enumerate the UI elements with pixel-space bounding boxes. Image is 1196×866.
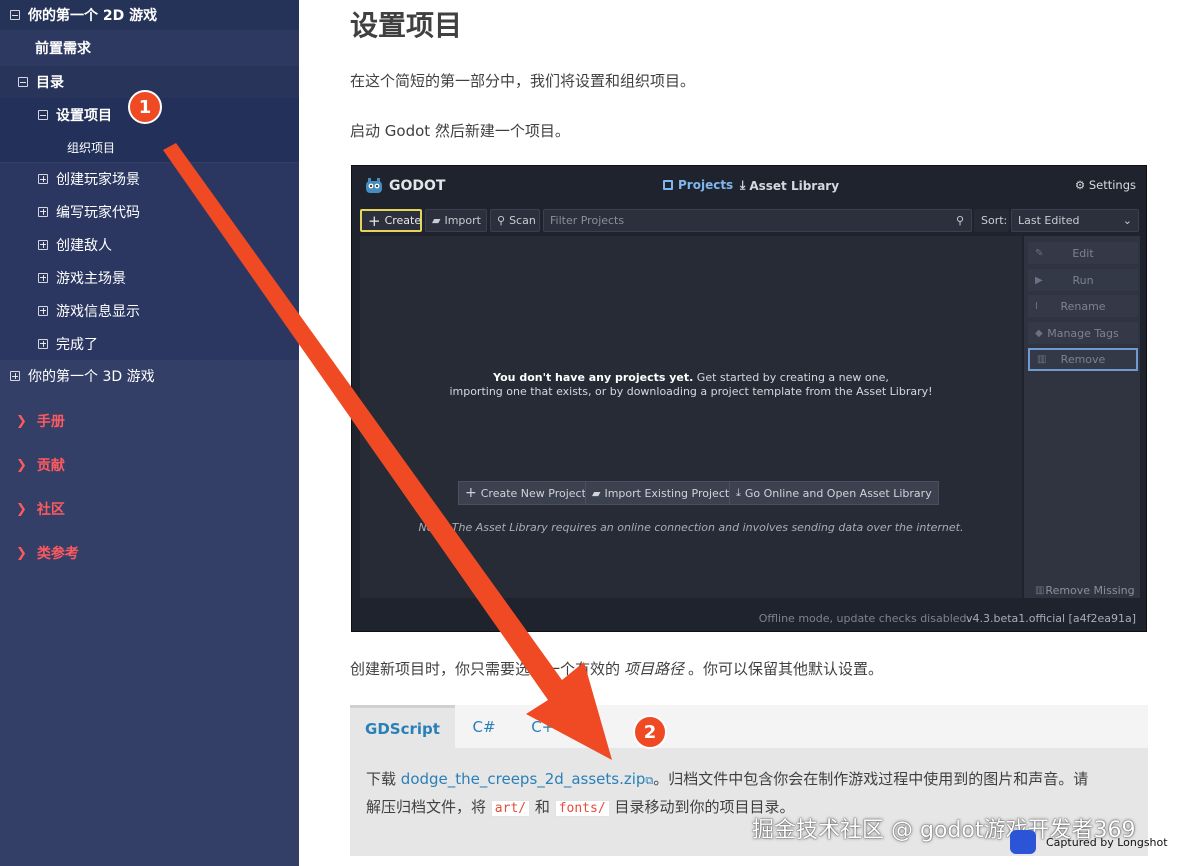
manage-tags-button[interactable]: ◆ Manage Tags [1028,322,1138,344]
run-button[interactable]: ▶ Run [1028,269,1138,291]
sidebar-item-3d-game[interactable]: 你的第一个 3D 游戏 [0,360,299,392]
folder-icon: ▰ [432,214,441,227]
chevron-right-icon: ❯ [16,501,27,517]
import-button[interactable]: ▰ Import [425,209,487,232]
expand-icon[interactable] [38,338,48,349]
download-icon: ⤓ [736,486,741,499]
asset-library-note: Note: The Asset Library requires an onli… [418,521,964,534]
filter-projects-input[interactable]: Filter Projects ⚲ [543,209,972,232]
capture-label: Captured by Longshot [1010,830,1168,854]
sidebar-section-class-reference[interactable]: ❯ 类参考 [16,543,79,563]
folder-icon: ▰ [592,486,601,500]
expand-icon[interactable] [38,174,48,184]
tab-projects[interactable]: Projects [663,178,733,192]
sidebar-item-main-scene[interactable]: 游戏主场景 [0,261,299,294]
import-existing-project-button[interactable]: ▰ Import Existing Project [585,481,737,505]
godot-robot-icon [366,178,382,193]
expand-icon[interactable] [38,272,48,283]
collapse-icon[interactable] [18,77,28,87]
page-title: 设置项目 [350,9,463,42]
sidebar-item-prerequisites[interactable]: 前置需求 [0,30,299,66]
create-new-project-button[interactable]: + Create New Project [458,481,593,505]
text-cursor-icon: I [1035,300,1038,312]
project-actions-panel: ✎ Edit ▶ Run I Rename ◆ Manage Tags ▥ Remove … [1024,236,1140,598]
sidebar-section-contributing[interactable]: ❯ 贡献 [16,455,65,475]
download-icon: ⤓ [740,178,746,192]
sort-select[interactable]: Last Edited ⌄ [1011,209,1139,232]
open-asset-library-button[interactable]: ⤓ Go Online and Open Asset Library [729,481,939,505]
rename-button[interactable]: I Rename [1028,295,1138,317]
trash-icon: ▥ [1035,584,1045,596]
tab-gdscript[interactable]: GDScript [350,705,455,749]
longshot-icon [1010,830,1036,854]
remove-button[interactable]: ▥ Remove [1028,348,1138,371]
assets-zip-link[interactable]: dodge_the_creeps_2d_assets.zip [401,770,646,788]
project-path-paragraph: 创建新项目时，你只需要选择一个有效的 项目路径 。你可以保留其他默认设置。 [350,660,884,678]
step-badge-2: 2 [633,715,667,749]
expand-icon[interactable] [10,371,20,381]
chevron-down-icon: ⌄ [1122,214,1132,227]
sidebar-item-finished[interactable]: 完成了 [0,327,299,360]
tab-cpp[interactable]: C++ [525,705,573,749]
edit-button[interactable]: ✎ Edit [1028,242,1138,264]
tab-asset-library[interactable]: ⤓ Asset Library [740,178,839,193]
godot-logo: GODOT [364,177,445,195]
code-art: art/ [490,800,531,817]
projects-icon [663,180,673,190]
plus-icon: + [368,211,381,230]
chevron-right-icon: ❯ [16,545,27,561]
sidebar-item-2d-game[interactable]: 你的第一个 2D 游戏 [0,0,299,30]
collapse-icon[interactable] [38,110,48,120]
expand-icon[interactable] [38,206,48,217]
godot-project-manager-screenshot: GODOT Projects ⤓ Asset Library ⚙ Settings… [351,165,1147,632]
edit-icon: ✎ [1035,247,1044,259]
create-button[interactable]: + Create [360,209,422,232]
chevron-right-icon: ❯ [16,413,27,429]
code-fonts: fonts/ [554,800,610,817]
play-icon: ▶ [1035,274,1043,286]
plus-icon: + [465,485,477,501]
search-icon: ⚲ [497,214,506,227]
sidebar-item-hud[interactable]: 游戏信息显示 [0,294,299,327]
tab-csharp[interactable]: C# [462,705,506,749]
offline-status: Offline mode, update checks disabled. [758,612,970,625]
project-list-panel: You don't have any projects yet. Get sta… [360,236,1022,598]
search-icon: ⚲ [955,214,964,227]
chevron-right-icon: ❯ [16,457,27,473]
remove-missing-button[interactable]: ▥ Remove Missing [1028,579,1138,601]
sidebar-section-manual[interactable]: ❯ 手册 [16,411,65,431]
expand-icon[interactable] [38,305,48,316]
collapse-icon[interactable] [10,10,20,20]
sidebar-section-community[interactable]: ❯ 社区 [16,499,65,519]
sidebar-item-player-scene[interactable]: 创建玩家场景 [0,163,299,195]
intro-paragraph: 在这个简短的第一部分中，我们将设置和组织项目。 [350,72,696,90]
sidebar-item-player-code[interactable]: 编写玩家代码 [0,195,299,228]
tag-icon: ◆ [1035,327,1043,339]
expand-icon[interactable] [38,239,48,250]
settings-sliders-icon: ⚙ [1074,178,1086,192]
trash-icon: ▥ [1037,354,1047,365]
empty-message: You don't have any projects yet. Get sta… [449,371,933,398]
sort-label: Sort: [974,209,1009,232]
launch-paragraph: 启动 Godot 然后新建一个项目。 [350,122,570,140]
version-label: v4.3.beta1.official [a4f2ea91a] [965,612,1136,625]
sidebar-item-enemy[interactable]: 创建敌人 [0,228,299,261]
step-badge-1: 1 [128,90,162,124]
scan-button[interactable]: ⚲ Scan [490,209,540,232]
sidebar-item-organize-project[interactable]: 组织项目 [0,132,299,162]
sidebar: 你的第一个 2D 游戏 前置需求 目录 设置项目 组织项目 创建玩家场景 编写玩… [0,0,299,866]
settings-button[interactable]: ⚙ Settings [1075,178,1136,192]
